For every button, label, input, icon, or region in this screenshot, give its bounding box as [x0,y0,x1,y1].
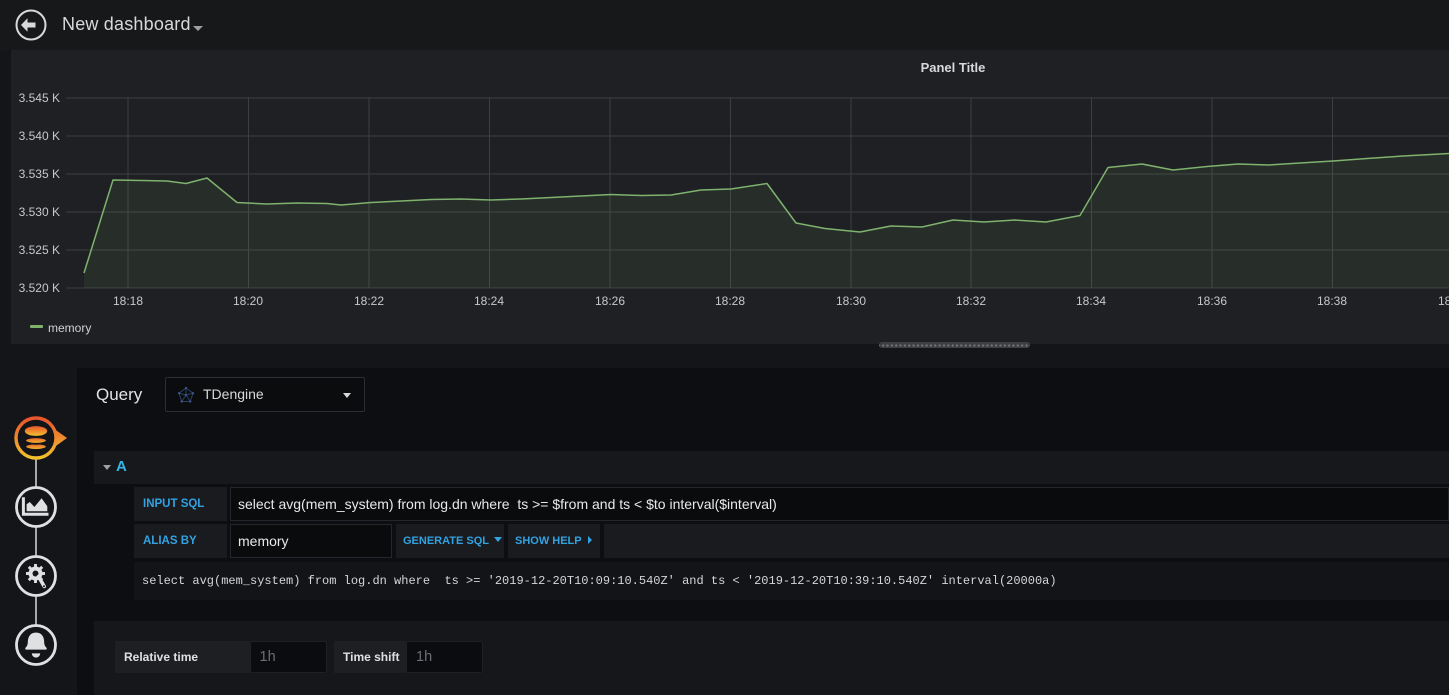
svg-text:18:20: 18:20 [233,294,263,308]
svg-text:3.545 K: 3.545 K [19,91,60,105]
svg-text:18:38: 18:38 [1317,294,1347,308]
svg-text:18:34: 18:34 [1076,294,1106,308]
svg-text:memory: memory [48,321,91,335]
svg-text:3.535 K: 3.535 K [19,167,60,181]
svg-text:3.525 K: 3.525 K [19,243,60,257]
svg-text:18:22: 18:22 [354,294,384,308]
svg-text:18:18: 18:18 [113,294,143,308]
svg-text:3.530 K: 3.530 K [19,205,60,219]
svg-text:3.540 K: 3.540 K [19,129,60,143]
svg-text:18:24: 18:24 [474,294,504,308]
svg-text:18:40: 18:40 [1438,294,1449,308]
svg-text:18:36: 18:36 [1197,294,1227,308]
svg-text:3.520 K: 3.520 K [19,281,60,295]
svg-text:18:30: 18:30 [836,294,866,308]
svg-text:18:26: 18:26 [595,294,625,308]
svg-text:18:32: 18:32 [956,294,986,308]
svg-text:18:28: 18:28 [715,294,745,308]
